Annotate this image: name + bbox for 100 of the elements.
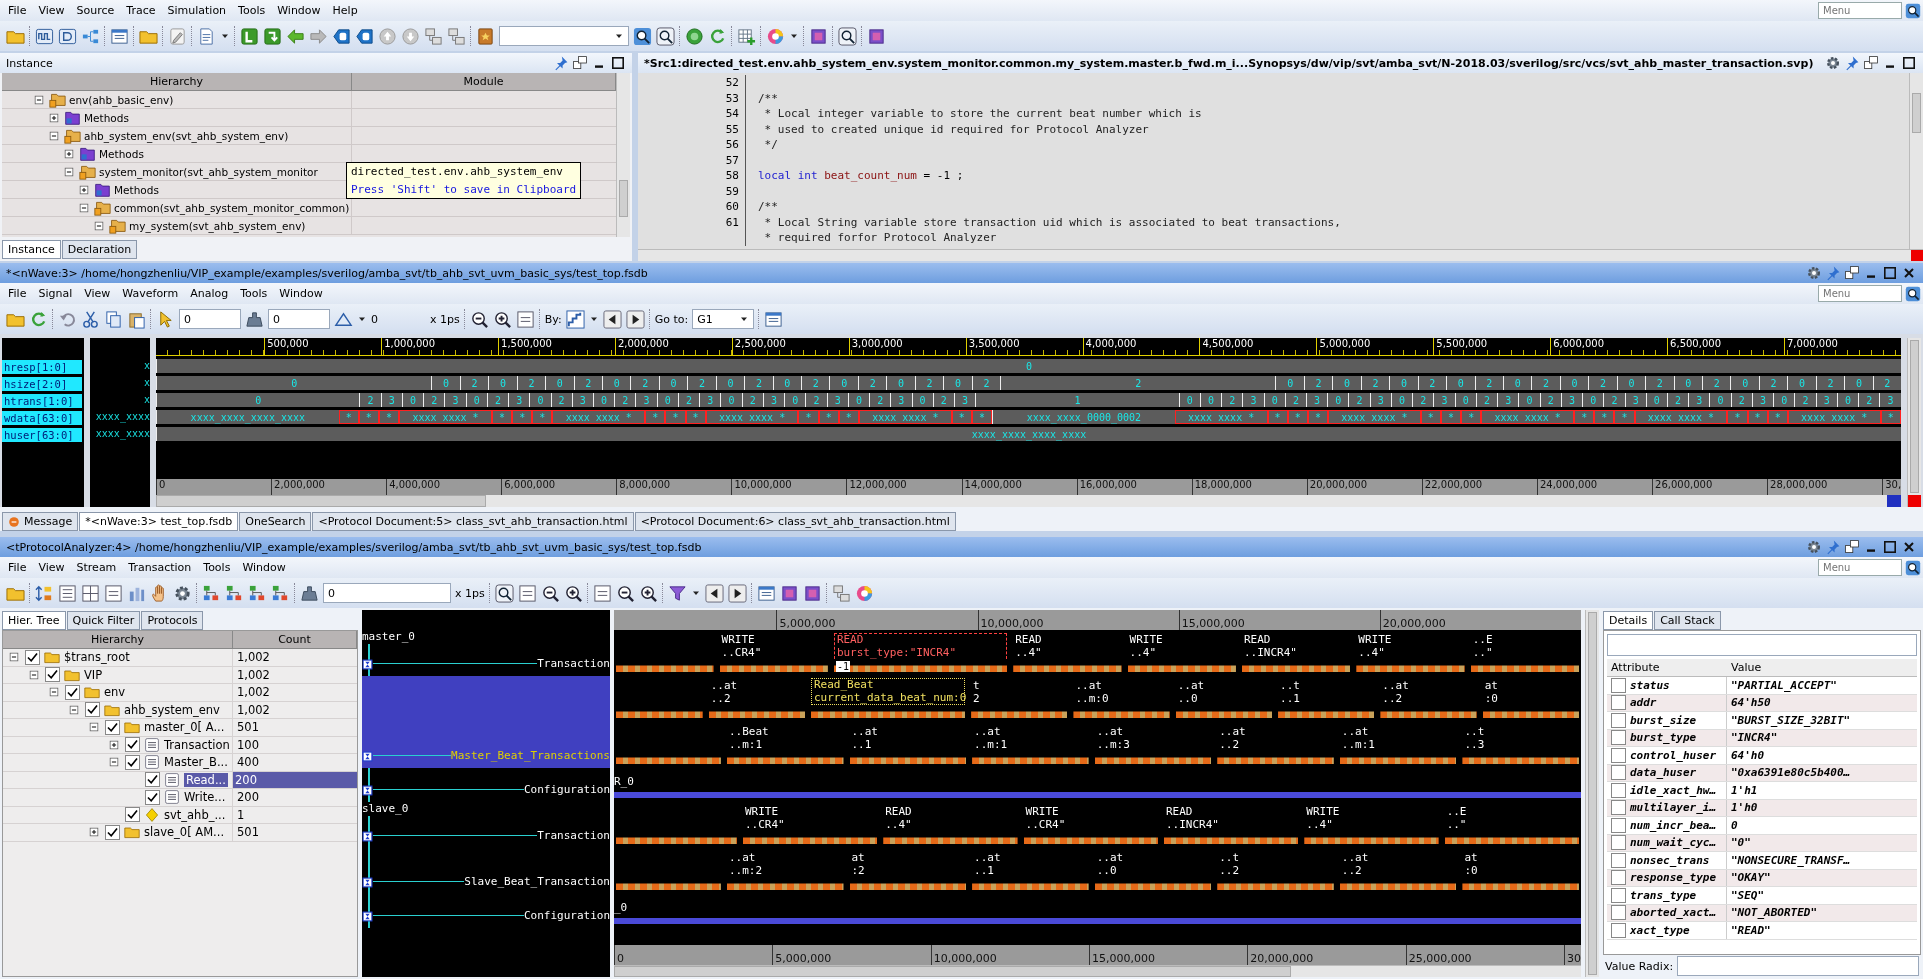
weight-icon[interactable] (245, 309, 264, 329)
pin-icon[interactable] (1844, 55, 1860, 71)
zoom-in-icon[interactable] (638, 583, 658, 603)
tab[interactable]: Protocols (141, 611, 204, 630)
circle-icon[interactable] (685, 26, 704, 46)
zoom-fit-icon[interactable] (104, 583, 123, 603)
minus-box-icon[interactable] (47, 685, 61, 700)
tree-chart-icon[interactable] (225, 583, 244, 603)
checkbox[interactable] (1611, 852, 1626, 868)
checkbox[interactable] (1611, 782, 1626, 798)
tab[interactable]: Quick Filter (66, 611, 141, 630)
maximize-icon[interactable] (610, 55, 626, 71)
tree-chart-icon[interactable] (248, 583, 267, 603)
tree-item[interactable]: Methods (99, 147, 144, 160)
checkbox[interactable] (1611, 765, 1626, 781)
restore-icon[interactable] (1863, 55, 1879, 71)
signal-name[interactable]: hresp[1:0] (2, 360, 82, 374)
gear-icon[interactable] (1806, 539, 1822, 555)
signal-name[interactable]: huser[63:0] (2, 428, 82, 442)
tag-icon[interactable] (355, 26, 374, 46)
checkbox[interactable] (25, 649, 40, 665)
stacked-windows-icon[interactable] (447, 26, 466, 46)
tab[interactable]: Message (2, 512, 79, 531)
checkbox[interactable] (1611, 695, 1626, 711)
signal-name[interactable]: htrans[1:0] (2, 394, 82, 408)
triangle-right-icon[interactable] (625, 309, 645, 329)
maximize-icon[interactable] (1901, 55, 1917, 71)
tree-item[interactable]: master_0[ A... (144, 720, 225, 735)
search-icon[interactable] (1905, 559, 1921, 576)
chip-icon[interactable] (809, 26, 828, 46)
pin-icon[interactable] (553, 55, 569, 71)
menu-item[interactable]: Transaction (122, 561, 198, 574)
filter-field[interactable] (1607, 634, 1917, 656)
search-icon[interactable] (633, 26, 652, 46)
zoom-fit-icon[interactable] (515, 309, 535, 329)
weight-icon[interactable] (300, 583, 319, 603)
checkbox[interactable] (125, 807, 140, 823)
minus-box-icon[interactable] (7, 650, 21, 665)
wheel-icon[interactable] (766, 26, 785, 46)
time-field[interactable]: 0 (323, 583, 451, 603)
tree-item[interactable]: Master_B... (164, 755, 228, 770)
menu-item[interactable]: Analog (184, 287, 235, 300)
checkbox[interactable] (1611, 922, 1626, 938)
tab[interactable]: <Protocol Document:5> class_svt_ahb_transaction.html (312, 512, 634, 531)
step-down-icon[interactable] (263, 26, 282, 46)
document-icon[interactable] (197, 26, 216, 46)
menu-item[interactable]: Tools (234, 287, 274, 300)
search-icon[interactable] (1905, 2, 1921, 19)
checkbox[interactable] (1611, 887, 1626, 903)
checkbox[interactable] (105, 719, 120, 735)
tab[interactable]: OneSearch (239, 512, 312, 531)
zoom-out-icon[interactable] (615, 583, 635, 603)
signal-name[interactable]: wdata[63:0] (2, 411, 82, 425)
zoom-fit-icon[interactable] (592, 583, 612, 603)
tab[interactable]: *<nWave:3> test_top.fsdb (79, 512, 239, 531)
checkbox[interactable] (65, 684, 80, 700)
tree-item[interactable]: env(ahb_basic_env) (69, 93, 174, 106)
chip-icon[interactable] (867, 26, 886, 46)
gear-icon[interactable] (1825, 55, 1841, 71)
magnifier-icon[interactable] (494, 583, 514, 603)
funnel-icon[interactable] (667, 583, 687, 603)
checkbox[interactable] (125, 737, 140, 753)
menu-item[interactable]: File (2, 561, 33, 574)
menu-search-field[interactable]: Menu (1818, 559, 1902, 576)
stairs-icon[interactable] (565, 309, 585, 329)
tab[interactable]: <Protocol Document:6> class_svt_ahb_transaction.html (634, 512, 956, 531)
checkbox[interactable] (1611, 870, 1626, 886)
tree-item[interactable]: system_monitor(svt_ahb_system_monitor (99, 165, 318, 178)
tab[interactable]: Call Stack (1654, 611, 1721, 630)
stream-name[interactable]: Slave_Beat_Transaction (464, 875, 610, 888)
checkbox[interactable] (1611, 800, 1626, 816)
tree-item[interactable]: slave_0[ AM... (144, 825, 225, 840)
restore-icon[interactable] (572, 55, 588, 71)
menu-item[interactable]: Waveform (116, 287, 185, 300)
refresh-icon[interactable] (708, 26, 727, 46)
tree-item[interactable]: svt_ahb_... (164, 807, 226, 822)
menu-search-field[interactable]: Menu (1818, 2, 1902, 19)
tree-item[interactable]: VIP (84, 667, 103, 682)
menu-item[interactable]: File (2, 4, 33, 17)
grid-plus-icon[interactable] (737, 26, 756, 46)
step-icon[interactable] (240, 26, 259, 46)
tree-item[interactable]: Methods (114, 183, 159, 196)
zoom-in-icon[interactable] (492, 309, 512, 329)
menu-item[interactable]: Window (271, 4, 327, 17)
stacked-windows-icon[interactable] (831, 583, 851, 603)
time-field[interactable]: 0 (179, 309, 241, 329)
checkbox[interactable] (85, 702, 100, 718)
list-icon[interactable] (58, 583, 77, 603)
chip-icon[interactable] (779, 583, 799, 603)
plus-box-icon[interactable] (87, 825, 101, 840)
checkbox[interactable] (1611, 835, 1626, 851)
window-icon[interactable] (110, 26, 129, 46)
stream-name[interactable]: Master_Beat_Transactions (451, 749, 610, 762)
menu-item[interactable]: Stream (70, 561, 123, 574)
pencil-icon[interactable] (168, 26, 187, 46)
tree-item[interactable]: ahb_system_env (124, 702, 220, 717)
menu-item[interactable]: Tools (232, 4, 272, 17)
checkbox[interactable] (105, 824, 120, 840)
menu-item[interactable]: View (78, 287, 117, 300)
chip-icon[interactable] (802, 583, 822, 603)
